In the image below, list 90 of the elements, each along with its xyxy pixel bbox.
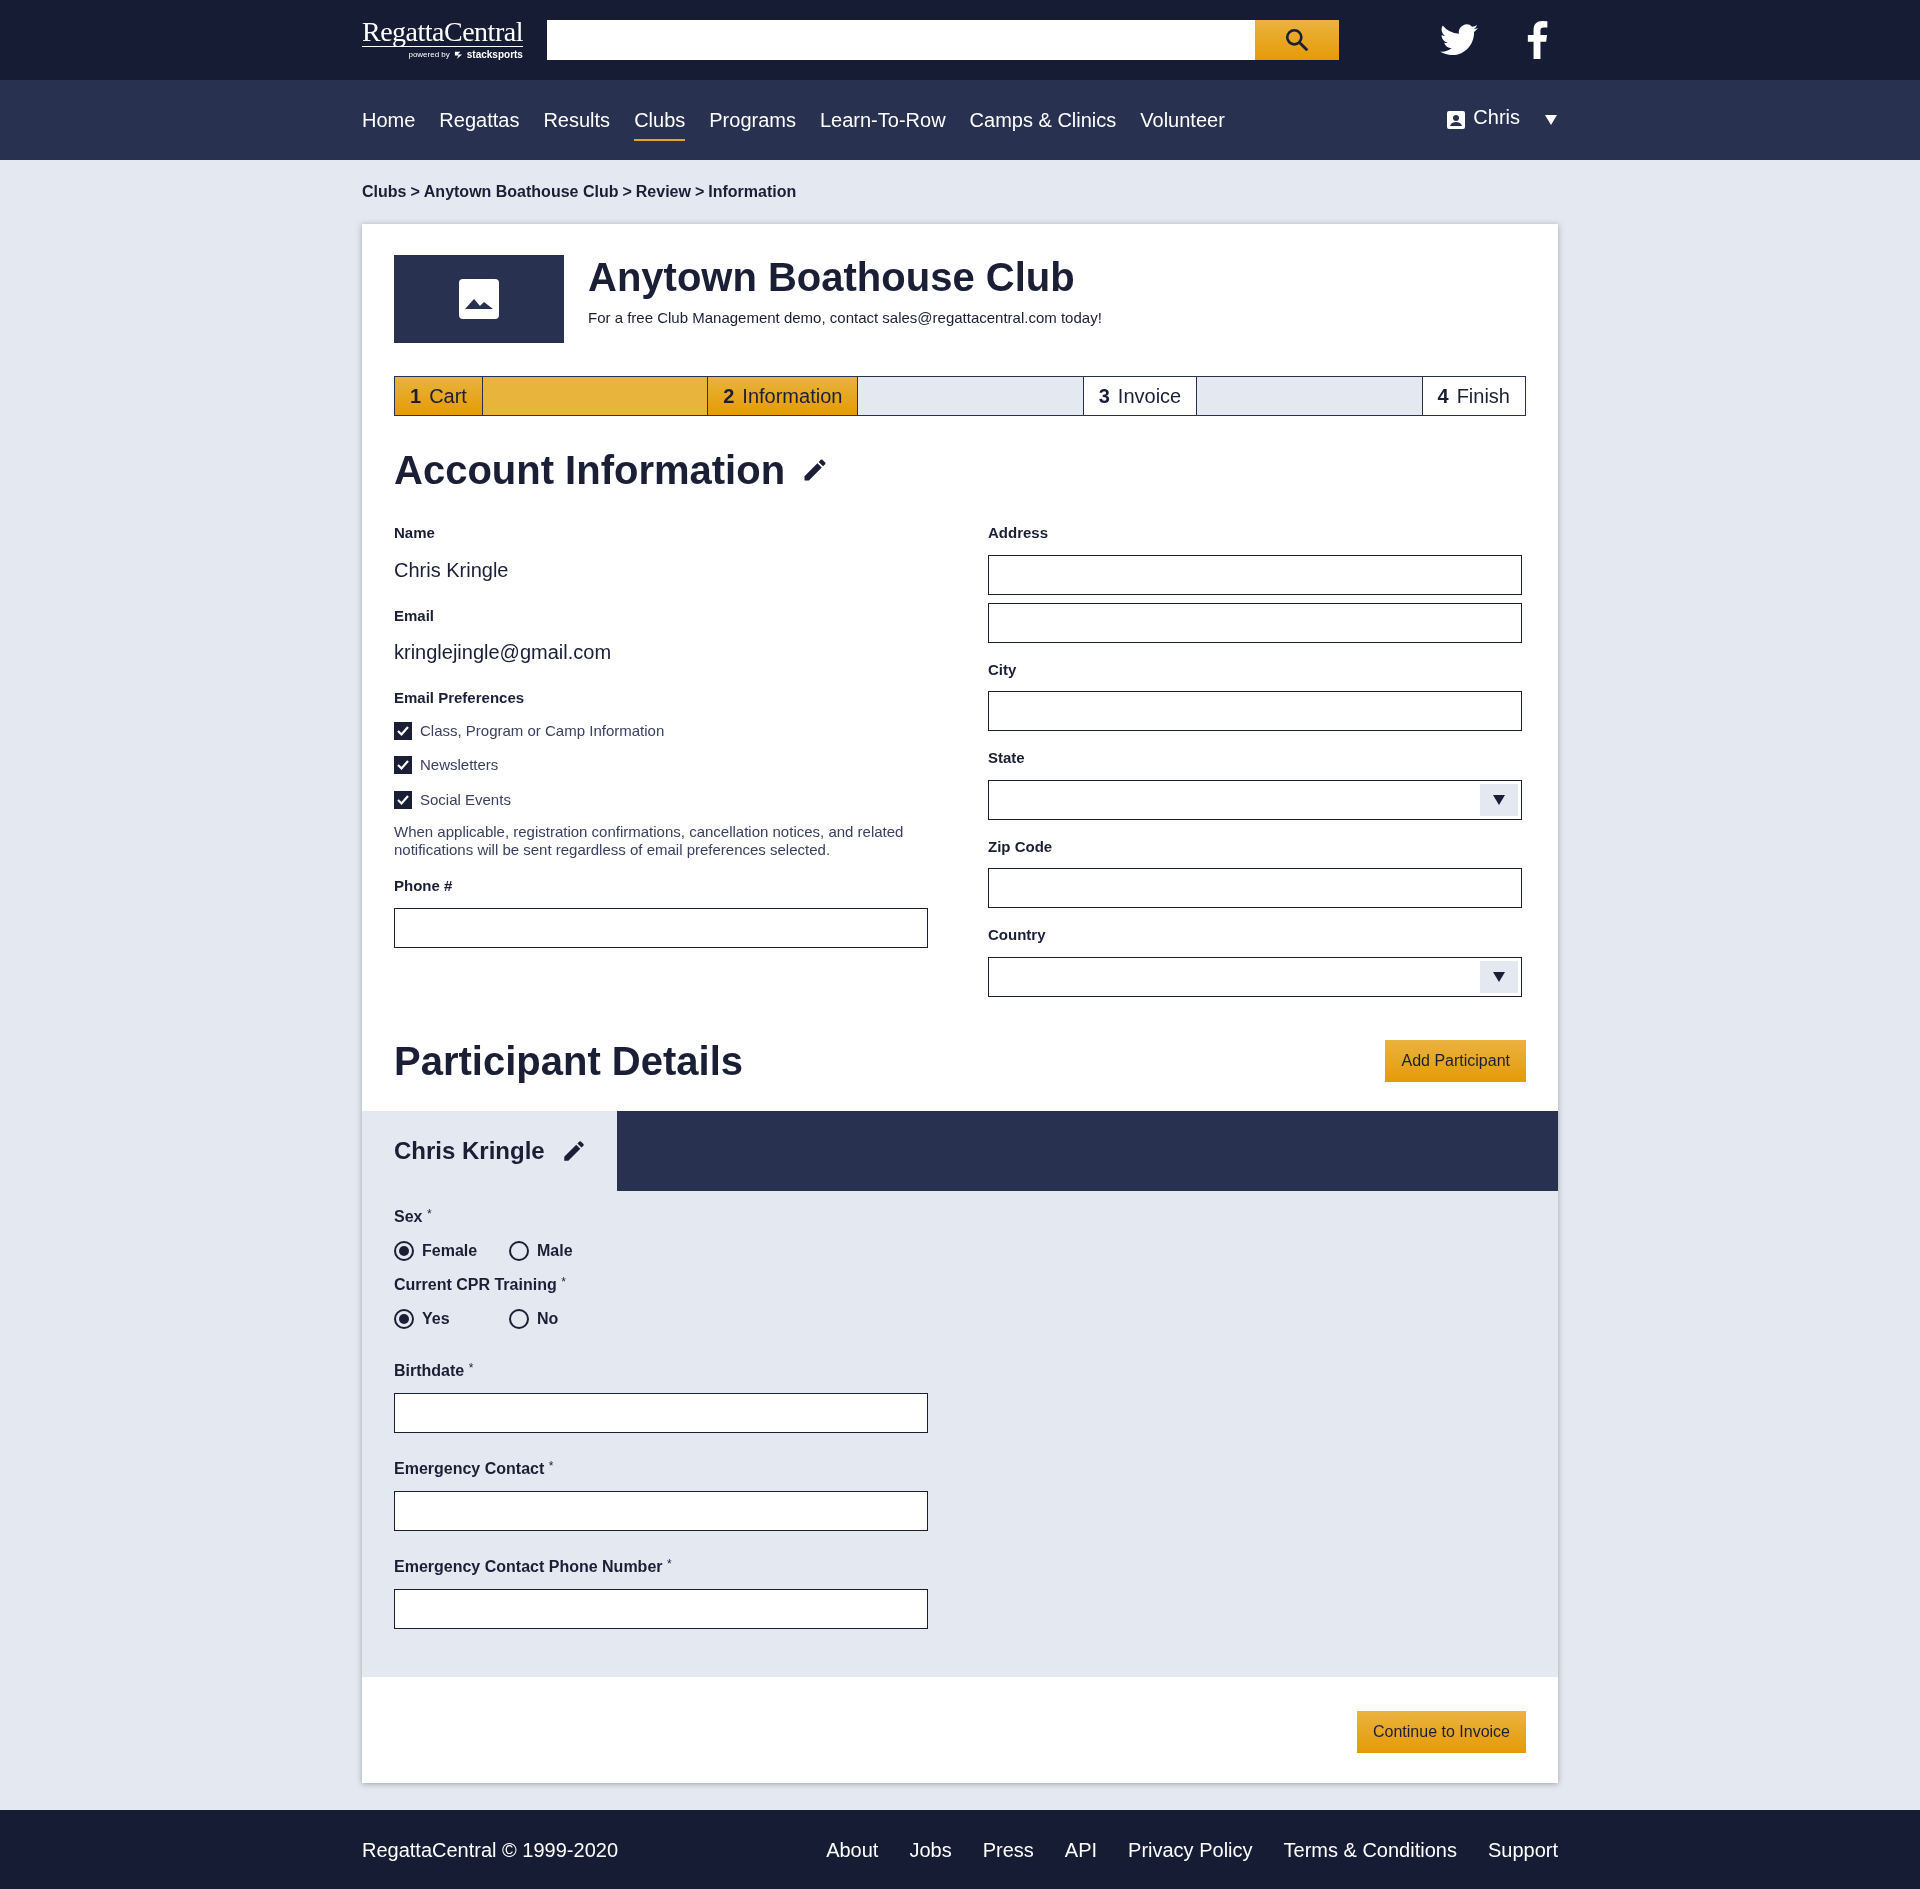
caret-down-icon[interactable]: [1492, 969, 1506, 984]
progress-step: 3 Invoice: [1082, 376, 1198, 416]
footer-link[interactable]: Privacy Policy: [1128, 1834, 1253, 1865]
checkbox[interactable]: [394, 721, 412, 740]
field-value: kringlejingle@gmail.com: [394, 640, 613, 665]
participant-tab[interactable]: Chris Kringle: [362, 1110, 617, 1191]
field-label: Email: [394, 605, 436, 626]
nav-link[interactable]: Programs: [709, 105, 796, 141]
nav-link[interactable]: Regattas: [439, 105, 520, 141]
caret-down-icon[interactable]: [1544, 113, 1558, 127]
continue-button[interactable]: Continue to Invoice: [1357, 1710, 1526, 1753]
nav-link[interactable]: Volunteer: [1140, 105, 1225, 141]
field-label: Birthdate *: [394, 1359, 475, 1381]
breadcrumb-separator: >: [410, 182, 420, 202]
checkbox[interactable]: [394, 790, 412, 809]
radio-button[interactable]: [509, 1308, 529, 1329]
radio-label: Yes: [422, 1308, 450, 1329]
field-label: Email Preferences: [394, 688, 526, 708]
footer-link[interactable]: Terms & Conditions: [1283, 1834, 1457, 1865]
footer-link[interactable]: About: [826, 1834, 879, 1865]
radio-button[interactable]: [394, 1308, 414, 1329]
breadcrumb-separator: >: [694, 182, 705, 202]
club-note: For a free Club Management demo, contact sales@regattacentral.com today!: [588, 308, 1102, 328]
progress-step: 2 Information: [707, 376, 859, 416]
field-label: Country: [988, 925, 1047, 945]
text-field[interactable]: [988, 554, 1522, 595]
field-value: Chris Kringle: [394, 557, 510, 583]
footer-link[interactable]: Support: [1487, 1834, 1558, 1865]
checkbox-label: Newsletters: [420, 755, 499, 775]
progress-step: 1 Cart: [394, 376, 483, 416]
checkbox-label: Social Events: [420, 789, 511, 810]
breadcrumb-link[interactable]: Anytown Boathouse Club: [423, 180, 619, 204]
search-field[interactable]: [546, 20, 1255, 60]
text-field[interactable]: [394, 1392, 928, 1433]
text-field[interactable]: [988, 691, 1522, 731]
copyright-text: RegattaCentral © 1999-2020: [362, 1837, 618, 1863]
field-label: Sex *: [394, 1205, 433, 1227]
radio-label: Male: [537, 1240, 573, 1261]
field-label: City: [988, 659, 1018, 680]
person-card-icon: [1447, 111, 1466, 129]
field-label: Name: [394, 523, 436, 543]
user-menu-link[interactable]: Chris: [1473, 102, 1520, 138]
footer-link[interactable]: API: [1064, 1834, 1098, 1865]
section-title: Account Information: [394, 447, 786, 494]
tagline-text: powered by: [408, 48, 450, 61]
image-icon: [459, 279, 499, 319]
progress-step: 4 Finish: [1421, 376, 1526, 416]
radio-label: No: [537, 1308, 559, 1329]
nav-link[interactable]: Home: [362, 105, 416, 141]
field-label: Emergency Contact *: [394, 1457, 555, 1479]
breadcrumb-link[interactable]: Clubs: [362, 180, 407, 204]
field-label: Phone #: [394, 876, 454, 896]
search-icon: [1283, 27, 1310, 53]
letter-f-icon[interactable]: [1526, 21, 1548, 59]
field-label: Zip Code: [988, 836, 1054, 857]
field-label: Address: [988, 523, 1050, 543]
partner-text: stacksports: [466, 48, 523, 62]
search-button[interactable]: [1254, 20, 1339, 60]
nav-link[interactable]: Results: [543, 105, 611, 141]
partner-logo-icon: [453, 50, 463, 59]
bird-icon[interactable]: [1440, 24, 1478, 56]
checkbox[interactable]: [394, 756, 412, 775]
footer-link[interactable]: Jobs: [909, 1834, 952, 1865]
notice-text: When applicable, registration confirmations, cancellation notices, and related notifications will be sent regardless of email preferences selected.: [394, 823, 905, 859]
field-label: Emergency Contact Phone Number *: [394, 1555, 673, 1577]
nav-link[interactable]: Clubs: [634, 105, 686, 141]
field-label: Current CPR Training *: [394, 1273, 567, 1295]
checkbox-label: Class, Program or Camp Information: [420, 720, 665, 741]
text-field[interactable]: [394, 907, 928, 948]
nav-link[interactable]: Learn-To-Row: [819, 105, 946, 141]
caret-down-icon[interactable]: [1492, 792, 1506, 807]
add-participant-button[interactable]: Add Participant: [1385, 1039, 1526, 1082]
footer-link[interactable]: Press: [982, 1834, 1034, 1865]
text-field[interactable]: [988, 602, 1522, 643]
field-label: State: [988, 748, 1026, 768]
select-field[interactable]: [988, 779, 1522, 820]
section-title: Participant Details: [394, 1037, 743, 1085]
club-title: Anytown Boathouse Club: [588, 255, 1076, 299]
radio-button[interactable]: [509, 1240, 529, 1261]
radio-label: Female: [422, 1240, 478, 1261]
logo-text[interactable]: RegattaCentral: [362, 18, 523, 47]
text-field[interactable]: [394, 1490, 928, 1531]
text-field[interactable]: [988, 868, 1522, 908]
select-field[interactable]: [988, 956, 1522, 997]
radio-button[interactable]: [394, 1240, 414, 1261]
breadcrumb-link[interactable]: Information: [708, 180, 797, 204]
text-field[interactable]: [394, 1588, 928, 1629]
breadcrumb-link[interactable]: Review: [635, 180, 691, 204]
breadcrumb-separator: >: [622, 182, 632, 202]
nav-link[interactable]: Camps & Clinics: [969, 105, 1117, 141]
